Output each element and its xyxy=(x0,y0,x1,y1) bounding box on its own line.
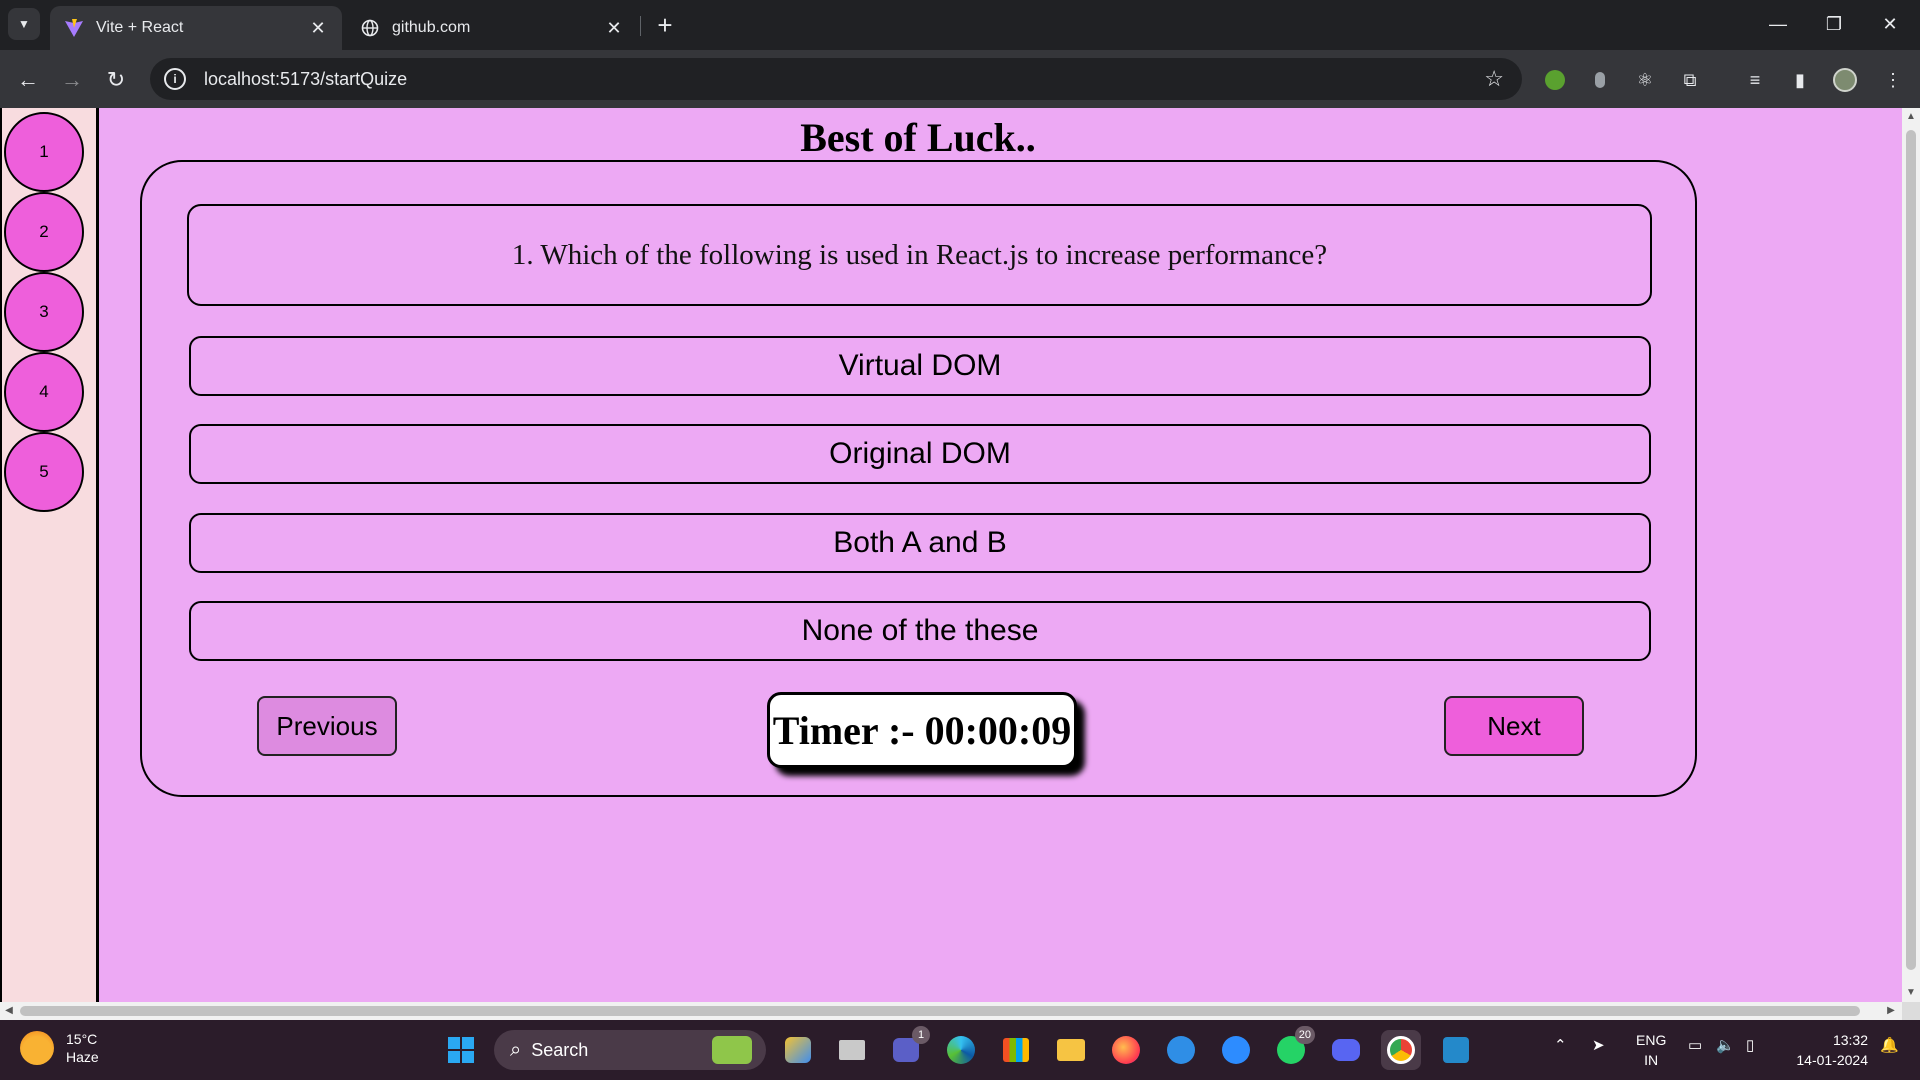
tab-divider xyxy=(640,16,641,36)
taskbar-search[interactable]: ⌕ Search xyxy=(494,1030,766,1070)
scrollbar-corner xyxy=(1902,1002,1920,1020)
chevron-down-icon: ▼ xyxy=(18,17,30,31)
profile-avatar[interactable] xyxy=(1832,67,1858,93)
url-text[interactable]: localhost:5173/startQuize xyxy=(204,69,407,90)
weather-temperature: 15°C xyxy=(66,1031,98,1047)
horizontal-scrollbar[interactable]: ◀ ▶ xyxy=(0,1002,1902,1020)
tab-title: github.com xyxy=(392,19,471,36)
timer-display: Timer :- 00:00:09 xyxy=(767,692,1077,768)
edge-browser-icon[interactable] xyxy=(941,1030,981,1070)
scroll-up-icon[interactable]: ▲ xyxy=(1906,112,1916,122)
option-c[interactable]: Both A and B xyxy=(189,513,1651,573)
show-hidden-icons-icon[interactable]: ⌃ xyxy=(1554,1036,1567,1054)
whatsapp-icon[interactable]: 20 xyxy=(1271,1026,1315,1070)
reload-icon[interactable]: ↻ xyxy=(100,64,132,96)
file-explorer-icon[interactable] xyxy=(1051,1030,1091,1070)
search-icon: ⌕ xyxy=(510,1038,522,1061)
globe-icon xyxy=(360,18,380,38)
tab-strip: ▼ Vite + React ✕ github.com ✕ + — ❐ ✕ xyxy=(0,0,1920,50)
previous-button[interactable]: Previous xyxy=(257,696,397,756)
search-highlight-icon xyxy=(712,1036,752,1064)
tab-search-button[interactable]: ▼ xyxy=(8,8,40,40)
tab-title: Vite + React xyxy=(96,19,184,36)
minimize-icon[interactable]: — xyxy=(1758,8,1798,40)
network-icon[interactable]: ▭ xyxy=(1688,1036,1702,1054)
tab-github[interactable]: github.com ✕ xyxy=(346,6,638,50)
option-b[interactable]: Original DOM xyxy=(189,424,1651,484)
firefox-icon[interactable] xyxy=(1106,1030,1146,1070)
weather-description: Haze xyxy=(66,1049,99,1065)
browser-toolbar: ← → ↻ i localhost:5173/startQuize ☆ ⚛ ⧉ … xyxy=(0,50,1920,108)
clock-time: 13:32 xyxy=(1832,1032,1868,1048)
help-app-icon[interactable] xyxy=(1161,1030,1201,1070)
question-nav-2[interactable]: 2 xyxy=(4,192,84,272)
restore-icon[interactable]: ❐ xyxy=(1814,8,1854,40)
close-tab-icon[interactable]: ✕ xyxy=(308,18,328,38)
extension-green-icon[interactable] xyxy=(1542,67,1568,93)
windows-taskbar: 15°C Haze ⌕ Search 1 20 ⌃ ➤ ENG IN ▭ 🔈 ▯… xyxy=(0,1020,1920,1080)
teams-badge: 1 xyxy=(912,1026,930,1044)
zoom-icon[interactable] xyxy=(1216,1030,1256,1070)
weather-widget[interactable]: 15°C Haze xyxy=(20,1030,99,1066)
tab-vite-react[interactable]: Vite + React ✕ xyxy=(50,6,342,50)
vite-logo-icon xyxy=(64,18,84,38)
question-sidebar: 1 2 3 4 5 xyxy=(0,108,99,1002)
next-button[interactable]: Next xyxy=(1444,696,1584,756)
vertical-scroll-thumb[interactable] xyxy=(1906,130,1916,970)
scroll-right-icon[interactable]: ▶ xyxy=(1886,1006,1896,1016)
language-code: ENG xyxy=(1636,1032,1667,1048)
question-nav-3[interactable]: 3 xyxy=(4,272,84,352)
copilot-icon[interactable] xyxy=(778,1030,818,1070)
region-code: IN xyxy=(1644,1052,1659,1068)
quiz-page: 1 2 3 4 5 Best of Luck.. 1. Which of the… xyxy=(0,108,1902,1002)
battery-icon[interactable]: ▯ xyxy=(1746,1036,1754,1054)
vscode-icon[interactable] xyxy=(1436,1030,1476,1070)
volume-icon[interactable]: 🔈 xyxy=(1716,1036,1735,1054)
media-controls-icon[interactable]: ≡ xyxy=(1742,67,1768,93)
vertical-scrollbar[interactable]: ▲ ▼ xyxy=(1902,108,1920,1002)
teams-chat-icon[interactable]: 1 xyxy=(886,1026,930,1070)
menu-kebab-icon[interactable]: ⋮ xyxy=(1880,67,1906,93)
task-view-icon[interactable] xyxy=(832,1030,872,1070)
question-nav-1[interactable]: 1 xyxy=(4,112,84,192)
whatsapp-badge: 20 xyxy=(1294,1026,1315,1044)
side-panel-icon[interactable]: ▮ xyxy=(1787,67,1813,93)
microsoft-store-icon[interactable] xyxy=(996,1030,1036,1070)
chrome-icon[interactable] xyxy=(1381,1030,1421,1070)
sun-haze-icon xyxy=(20,1031,54,1065)
horizontal-scroll-thumb[interactable] xyxy=(20,1006,1860,1016)
scroll-left-icon[interactable]: ◀ xyxy=(4,1006,14,1016)
language-indicator[interactable]: ENG IN xyxy=(1636,1030,1666,1070)
option-d[interactable]: None of the these xyxy=(189,601,1651,661)
page-title: Best of Luck.. xyxy=(800,115,1036,160)
extensions-puzzle-icon[interactable]: ⧉ xyxy=(1677,67,1703,93)
close-window-icon[interactable]: ✕ xyxy=(1870,8,1910,40)
option-a[interactable]: Virtual DOM xyxy=(189,336,1651,396)
scroll-down-icon[interactable]: ▼ xyxy=(1906,988,1916,998)
forward-icon[interactable]: → xyxy=(56,64,88,96)
search-label: Search xyxy=(531,1039,589,1060)
system-clock[interactable]: 13:32 14-01-2024 xyxy=(1784,1030,1868,1070)
notification-bell-icon[interactable]: 🔔 xyxy=(1880,1036,1899,1054)
bookmark-star-icon[interactable]: ☆ xyxy=(1484,66,1504,92)
question-text: 1. Which of the following is used in Rea… xyxy=(187,204,1652,306)
clock-date: 14-01-2024 xyxy=(1796,1052,1868,1068)
new-tab-button[interactable]: + xyxy=(650,10,680,40)
location-arrow-icon[interactable]: ➤ xyxy=(1592,1036,1605,1054)
extension-drop-icon[interactable] xyxy=(1587,67,1613,93)
address-bar[interactable]: i localhost:5173/startQuize ☆ xyxy=(150,58,1522,100)
quiz-card: 1. Which of the following is used in Rea… xyxy=(140,160,1697,797)
close-tab-icon[interactable]: ✕ xyxy=(604,18,624,38)
question-nav-5[interactable]: 5 xyxy=(4,432,84,512)
question-nav-4[interactable]: 4 xyxy=(4,352,84,432)
back-icon[interactable]: ← xyxy=(12,64,44,96)
windows-start-icon[interactable] xyxy=(441,1030,481,1070)
react-devtools-icon[interactable]: ⚛ xyxy=(1632,67,1658,93)
discord-icon[interactable] xyxy=(1326,1030,1366,1070)
site-info-icon[interactable]: i xyxy=(164,68,186,90)
